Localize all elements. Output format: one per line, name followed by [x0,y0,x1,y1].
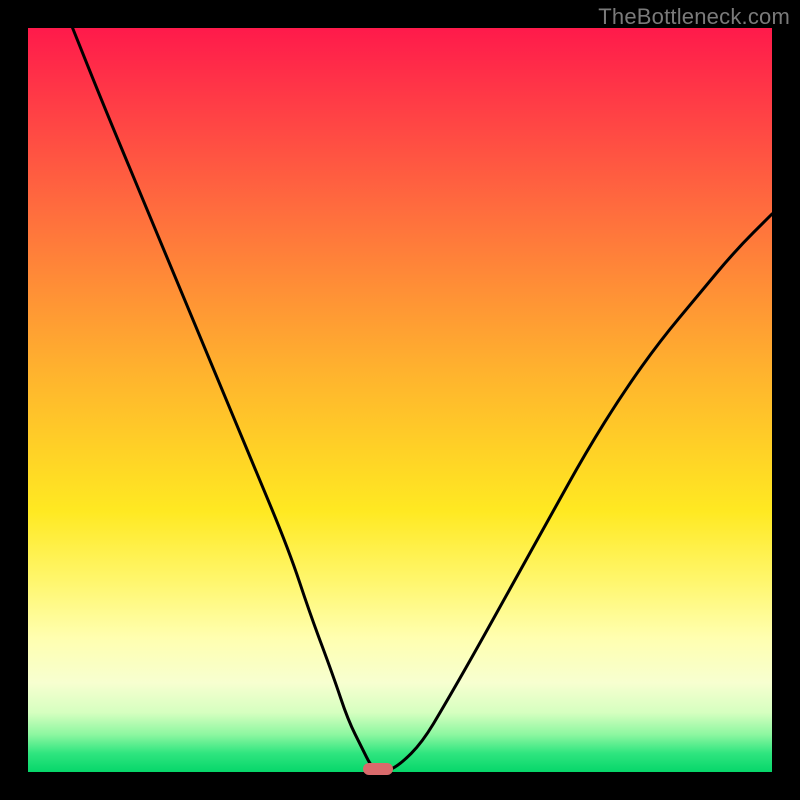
plot-area [28,28,772,772]
watermark-text: TheBottleneck.com [598,4,790,30]
bottleneck-curve [28,28,772,772]
curve-path [73,28,772,772]
optimum-marker [363,763,393,775]
chart-frame: TheBottleneck.com [0,0,800,800]
